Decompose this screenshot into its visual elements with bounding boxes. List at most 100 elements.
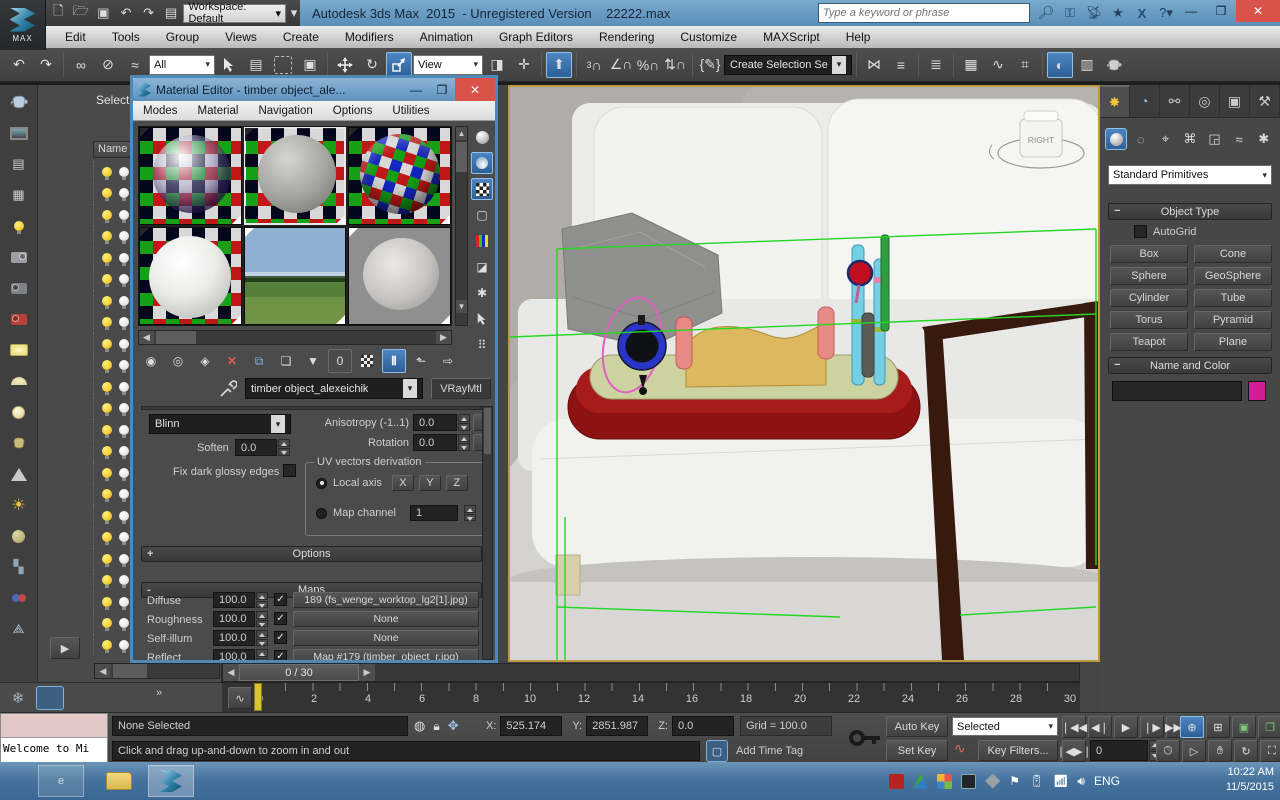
sample-hscrollbar[interactable]: ◀ ▶	[138, 330, 452, 345]
material-id-channel-icon[interactable]: 0	[328, 349, 352, 373]
put-to-library-icon[interactable]: ▼	[301, 349, 325, 373]
undo-icon[interactable]: ↶	[116, 2, 137, 24]
anisotropy-field[interactable]: 0.0	[413, 414, 457, 431]
map-amount-spinner[interactable]	[256, 611, 268, 627]
key-mode-toggle-icon[interactable]: ❘◀▶❘	[1056, 740, 1092, 762]
angle-snap-icon[interactable]: ∠∩	[608, 52, 634, 78]
select-by-material-icon[interactable]	[471, 308, 493, 330]
pressed-tool-button[interactable]	[36, 686, 64, 710]
isolate-selection-icon[interactable]: ◍	[414, 718, 425, 734]
menu-item[interactable]: Help	[833, 30, 884, 44]
search-input[interactable]	[819, 4, 1029, 22]
category-lights-icon[interactable]: ⌖	[1154, 128, 1176, 150]
camera-b-icon[interactable]	[6, 277, 32, 299]
menu-item[interactable]: Edit	[52, 30, 99, 44]
select-by-name-icon[interactable]: ▤	[243, 52, 269, 78]
sign-in-icon[interactable]: ⚿︎	[1058, 3, 1082, 23]
primitive-button[interactable]: Tube	[1194, 289, 1272, 307]
menu-item[interactable]: MAXScript	[750, 30, 833, 44]
backlight-icon[interactable]	[471, 152, 493, 174]
mirror-icon[interactable]: ⋈	[861, 52, 887, 78]
maxscript-mini-listener[interactable]: Welcome to Mi	[0, 713, 108, 763]
viewcube-label[interactable]: RIGHT	[1028, 135, 1054, 145]
brdf-shader-dropdown[interactable]: Blinn ▾	[149, 414, 291, 434]
time-slider[interactable]: ◀ 0 / 30 ▶	[222, 663, 1080, 682]
sample-slot-glass[interactable]	[139, 127, 242, 225]
sample-slot-landscape[interactable]	[243, 227, 347, 325]
vray-mesh-light-icon[interactable]	[6, 432, 32, 454]
me-minimize-button[interactable]: —	[403, 78, 429, 101]
sample-uv-tiling-icon[interactable]: ▢	[471, 204, 493, 226]
primitive-button[interactable]: Pyramid	[1194, 311, 1272, 329]
axis-button[interactable]: Y	[418, 475, 441, 491]
sphere-tan-icon[interactable]	[6, 525, 32, 547]
save-icon[interactable]: ▣	[93, 2, 114, 24]
search-go-icon[interactable]: 🔎︎	[1034, 3, 1058, 23]
show-map-in-viewport-icon[interactable]	[355, 349, 379, 373]
taskbar-3dsmax-button[interactable]	[148, 765, 194, 797]
camera-a-icon[interactable]	[6, 246, 32, 268]
me-close-button[interactable]: ✕	[455, 78, 495, 101]
options-rollout[interactable]: + Options	[141, 546, 482, 562]
tray-volume-icon[interactable]: 🔊︎	[1077, 774, 1085, 789]
menu-item[interactable]: Graph Editors	[486, 30, 586, 44]
auto-key-button[interactable]: Auto Key	[886, 716, 948, 737]
add-time-tag[interactable]: Add Time Tag	[736, 741, 803, 761]
next-frame-icon[interactable]: ❘▶	[1140, 716, 1164, 738]
vray-plane-light-icon[interactable]	[6, 339, 32, 361]
zoom-extents-all-icon[interactable]: ❐	[1258, 716, 1280, 738]
frame-back-icon[interactable]: ◀	[223, 664, 239, 681]
maximize-button[interactable]: ❐	[1206, 0, 1236, 22]
new-file-icon[interactable]: 🗋	[48, 2, 69, 24]
me-menu-item[interactable]: Material	[188, 105, 249, 117]
transform-typein-mode-icon[interactable]: ✥︎	[448, 718, 459, 734]
axis-button[interactable]: X	[391, 475, 414, 491]
cone-icon[interactable]	[6, 463, 32, 485]
key-filters-button[interactable]: Key Filters...	[978, 740, 1058, 761]
map-amount-spinner[interactable]	[256, 649, 268, 660]
percent-snap-icon[interactable]: %∩	[635, 52, 661, 78]
map-amount-field[interactable]: 100.0	[213, 649, 255, 660]
listener-text[interactable]: Welcome to Mi	[1, 738, 107, 762]
minimize-button[interactable]: —	[1176, 0, 1206, 22]
anisotropy-spinner[interactable]	[458, 414, 470, 431]
soften-field[interactable]: 0.0	[235, 439, 277, 456]
redo-icon[interactable]: ↷	[138, 2, 159, 24]
window-crossing-icon[interactable]: ▣	[297, 52, 323, 78]
axis-button[interactable]: Z	[445, 475, 468, 491]
help-icon[interactable]: ?▾	[1154, 3, 1178, 23]
material-copy-icon[interactable]: ❏︎	[274, 349, 298, 373]
key-mode-dropdown[interactable]: Selected ▾	[952, 717, 1058, 736]
map-channel-spinner[interactable]	[464, 505, 476, 521]
category-geometry-icon[interactable]	[1105, 128, 1128, 150]
map-slot-button[interactable]: Map #179 (timber_object_r.jpg)	[293, 649, 479, 660]
me-menu-item[interactable]: Utilities	[382, 105, 439, 117]
soften-spinner[interactable]	[278, 439, 290, 456]
name-color-rollout[interactable]: − Name and Color	[1108, 357, 1272, 374]
material-type-button[interactable]: VRayMtl	[431, 378, 491, 399]
viewport[interactable]: RIGHT	[508, 85, 1110, 662]
time-cursor[interactable]	[254, 683, 262, 711]
rectangular-selection-icon[interactable]	[274, 55, 292, 74]
bind-spacewarp-icon[interactable]: ≈	[122, 52, 148, 78]
snap-toggle-3d-icon[interactable]: 3 ∩	[581, 52, 607, 78]
me-menu-item[interactable]: Options	[323, 105, 383, 117]
listener-macro-row[interactable]	[1, 714, 107, 738]
pan-hand-icon[interactable]: ✋︎	[1208, 740, 1232, 762]
undo-scene-icon[interactable]: ↶	[6, 52, 32, 78]
primitive-button[interactable]: Box	[1110, 245, 1188, 263]
map-enable-checkbox[interactable]: ✓	[274, 612, 287, 625]
params-vscrollbar[interactable]	[482, 406, 493, 660]
explorer-play-button[interactable]: ▶	[50, 637, 80, 659]
edit-named-selections-icon[interactable]: {✎︎}	[697, 52, 723, 78]
category-spacewarps-icon[interactable]: ≈	[1228, 128, 1250, 150]
map-amount-spinner[interactable]	[256, 592, 268, 608]
show-end-result-icon[interactable]: Ⅱ︎	[382, 349, 406, 373]
sample-slot-speckle[interactable]	[139, 227, 242, 325]
tab-display[interactable]: ▣	[1220, 85, 1250, 117]
menu-item[interactable]: Group	[153, 30, 212, 44]
map-enable-checkbox[interactable]: ✓	[274, 650, 287, 660]
scroll-left-icon[interactable]: ◀	[139, 331, 154, 344]
video-color-check-icon[interactable]	[471, 230, 493, 252]
layer-manager-icon[interactable]: ≣	[923, 52, 949, 78]
